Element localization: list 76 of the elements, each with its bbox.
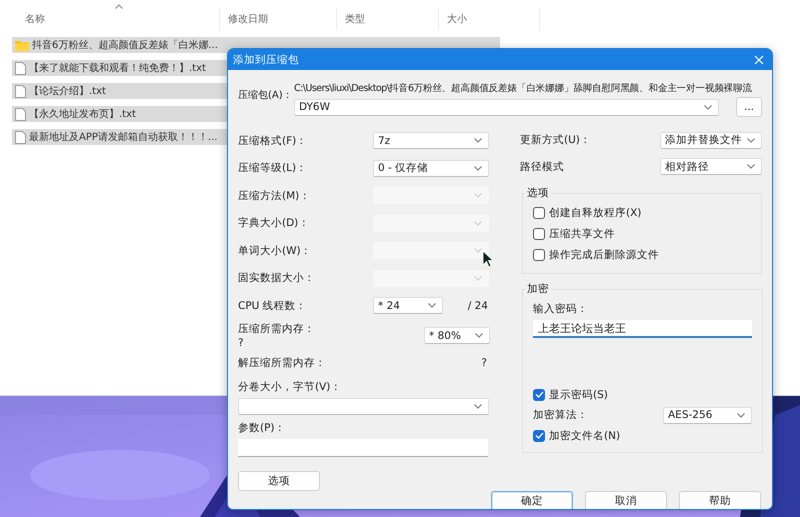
file-name: 最新地址及APP请发邮箱自动获取！！！...: [29, 130, 218, 144]
dialog-button[interactable]: 帮助: [679, 490, 761, 509]
group-title: 选项: [526, 186, 550, 200]
field-label: 分卷大小，字节(V)：: [238, 380, 342, 394]
file-name: 【论坛介绍】.txt: [29, 84, 106, 98]
browse-button[interactable]: ...: [736, 97, 762, 117]
checkbox[interactable]: [533, 388, 545, 400]
checkbox-label[interactable]: 显示密码(S): [549, 388, 608, 402]
dropdown[interactable]: 0 - 仅存储: [373, 160, 489, 177]
chevron-down-icon: [704, 104, 712, 110]
dialog-button[interactable]: 确定: [491, 490, 573, 509]
field-label: 解压缩所需内存：: [238, 356, 326, 370]
checkbox-label[interactable]: 加密文件名(N): [549, 428, 620, 442]
checkbox[interactable]: [533, 228, 545, 240]
memory-value: ?: [481, 356, 487, 368]
field-label: 输入密码：: [533, 303, 588, 315]
chevron-down-icon: [474, 276, 482, 281]
dropdown[interactable]: 7z: [373, 132, 489, 150]
file-name: 【来了就能下载和观看！纯免费！】.txt: [29, 62, 206, 75]
chevron-down-icon: [428, 303, 436, 308]
field-label: 压缩所需内存：: [238, 322, 315, 336]
field-label: 路径模式: [520, 160, 564, 173]
checkbox-label[interactable]: 创建自释放程序(X): [549, 206, 642, 220]
document-icon: [15, 108, 26, 120]
chevron-down-icon: [474, 193, 482, 198]
checkbox[interactable]: [533, 206, 545, 218]
chevron-down-icon: [474, 248, 482, 254]
field-label: 更新方式(U)：: [520, 134, 591, 146]
field-label: 固实数据大小：: [238, 272, 315, 284]
field-label: 加密算法：: [533, 408, 588, 422]
memory-value: ?: [238, 337, 245, 349]
field-label: 压缩等级(L)：: [238, 162, 308, 174]
cursor-icon: [482, 250, 494, 268]
dropdown[interactable]: AES-256: [663, 406, 752, 424]
field-label: 字典大小(D)：: [238, 217, 310, 230]
field-label: 压缩包(A)：: [238, 90, 293, 101]
chevron-down-icon: [474, 404, 482, 408]
checkbox[interactable]: [533, 248, 545, 260]
checkbox-label[interactable]: 操作完成后删除源文件: [549, 248, 659, 262]
field-label: 压缩方法(M)：: [238, 190, 310, 202]
file-name: 抖音6万粉丝、超高颜值反差婊「白米娜...: [32, 38, 218, 52]
window-title: 添加到压缩包: [233, 52, 299, 66]
field-label: 参数(P)：: [238, 420, 287, 434]
close-icon[interactable]: [754, 54, 764, 64]
chevron-down-icon: [475, 333, 483, 338]
password-field[interactable]: 上老王论坛当老王: [533, 320, 752, 338]
dropdown[interactable]: DY6W: [294, 98, 719, 116]
chevron-down-icon: [474, 166, 482, 171]
dropdown[interactable]: * 80%: [424, 327, 490, 344]
chevron-down-icon: [747, 164, 755, 170]
document-icon: [15, 130, 26, 144]
dropdown[interactable]: * 24: [373, 297, 443, 314]
chevron-down-icon: [474, 138, 482, 144]
options-button[interactable]: 选项: [238, 470, 320, 490]
field-label: 压缩格式(F)：: [238, 134, 308, 147]
dropdown[interactable]: 添加并替换文件: [660, 132, 762, 149]
column-header[interactable]: 名称: [25, 12, 45, 26]
column-header[interactable]: 类型: [345, 12, 365, 26]
document-icon: [15, 84, 26, 98]
column-header[interactable]: 修改日期: [228, 12, 268, 26]
input-field[interactable]: [238, 438, 488, 456]
column-header[interactable]: 大小: [447, 12, 467, 26]
chevron-down-icon: [737, 412, 745, 418]
dialog-button[interactable]: 取消: [585, 490, 667, 509]
checkbox-label[interactable]: 压缩共享文件: [549, 226, 615, 240]
thread-total: / 24: [468, 300, 489, 312]
chevron-down-icon: [474, 220, 482, 226]
chevron-down-icon: [747, 138, 755, 143]
document-icon: [15, 62, 26, 74]
checkbox[interactable]: [533, 430, 545, 442]
file-name: 【永久地址发布页】.txt: [29, 108, 136, 121]
group-title: 加密: [526, 282, 550, 296]
field-label: CPU 线程数：: [238, 300, 307, 312]
folder-icon: [15, 40, 29, 50]
field-label: 单词大小(W)：: [238, 244, 312, 257]
dropdown[interactable]: 相对路径: [660, 158, 762, 176]
